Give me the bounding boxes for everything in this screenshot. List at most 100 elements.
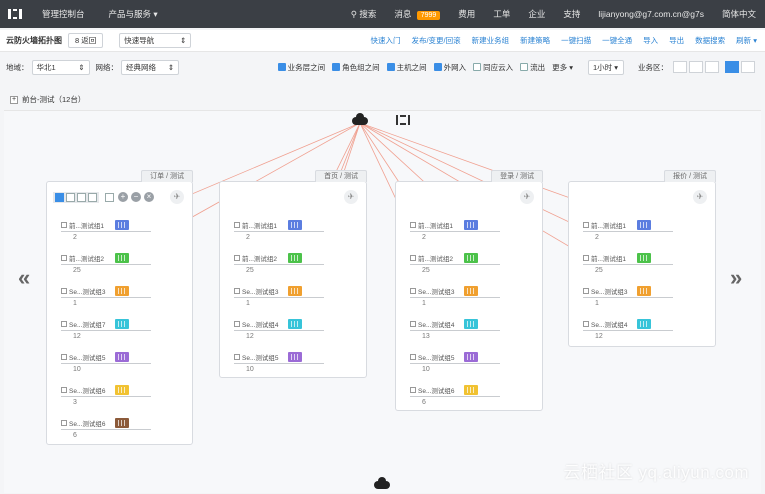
host-group-row[interactable]: 前...测试组1 2 (234, 220, 324, 241)
quick-nav-select[interactable]: 快速导航 ⇕ (119, 33, 192, 48)
host-group-row[interactable]: Se...测试组5 10 (61, 352, 151, 373)
pin-icon[interactable]: ✈ (520, 190, 534, 204)
server-group-icon[interactable] (115, 352, 129, 362)
server-group-icon[interactable] (464, 352, 478, 362)
time-range-select[interactable]: 1小时 ▾ (588, 59, 624, 75)
server-group-icon[interactable] (464, 385, 478, 395)
check-internet-in[interactable]: 外网入 (433, 62, 466, 73)
group-header[interactable]: + 前台-测试（12台） (10, 94, 85, 105)
server-group-icon[interactable] (464, 286, 478, 296)
new-policy-link[interactable]: 新建策略 (520, 35, 550, 46)
billing-link[interactable]: 费用 (449, 8, 484, 20)
topology-canvas[interactable]: « » 订单 / 测试 + − × ✈ 前...测试组1 2 前...测试组2 25 S… (4, 110, 761, 493)
host-group-row[interactable]: Se...测试组5 10 (234, 352, 324, 373)
expand-square-icon[interactable] (234, 354, 240, 360)
host-group-row[interactable]: 前...测试组2 25 (234, 253, 324, 274)
server-group-icon[interactable] (288, 220, 302, 230)
host-group-row[interactable]: 前...测试组1 2 (583, 220, 673, 241)
delete-icon[interactable]: × (144, 192, 154, 202)
layout-minus-icon[interactable] (77, 192, 86, 202)
host-group-row[interactable]: Se...测试组3 1 (234, 286, 324, 307)
expand-square-icon[interactable] (61, 420, 67, 426)
host-group-row[interactable]: 前...测试组1 2 (61, 220, 151, 241)
region-select[interactable]: 华北1 ⇕ (31, 59, 90, 75)
server-group-icon[interactable] (464, 220, 478, 230)
language-switch[interactable]: 简体中文 (713, 8, 765, 20)
host-group-row[interactable]: Se...测试组7 12 (61, 319, 151, 340)
view-card-icon[interactable] (689, 61, 703, 73)
pin-icon[interactable]: ✈ (170, 190, 184, 204)
search-link[interactable]: ⚲ 搜索 (342, 8, 386, 20)
aliyun-logo-icon[interactable] (0, 0, 30, 28)
new-business-group-link[interactable]: 新建业务组 (472, 35, 510, 46)
host-group-row[interactable]: 前...测试组2 25 (410, 253, 500, 274)
check-same-cloud-in[interactable]: 同应云入 (473, 62, 513, 73)
expand-square-icon[interactable] (234, 288, 240, 294)
server-group-icon[interactable] (115, 253, 129, 263)
server-group-icon[interactable] (115, 418, 129, 428)
server-group-icon[interactable] (288, 253, 302, 263)
server-group-icon[interactable] (115, 319, 129, 329)
host-group-row[interactable]: Se...测试组5 10 (410, 352, 500, 373)
expand-plus-icon[interactable]: + (10, 95, 18, 104)
products-menu[interactable]: 产品与服务 ▾ (97, 8, 170, 20)
expand-square-icon[interactable] (61, 288, 67, 294)
refresh-menu[interactable]: 刷新 ▾ (736, 35, 757, 46)
host-group-row[interactable]: Se...测试组4 12 (234, 319, 324, 340)
messages-link[interactable]: 消息 7999 (385, 8, 449, 20)
expand-square-icon[interactable] (410, 354, 416, 360)
enterprise-link[interactable]: 企业 (519, 8, 554, 20)
expand-square-icon[interactable] (61, 222, 67, 228)
expand-square-icon[interactable] (410, 255, 416, 261)
server-group-icon[interactable] (115, 286, 129, 296)
one-click-scan-link[interactable]: 一键扫描 (561, 35, 591, 46)
expand-square-icon[interactable] (61, 354, 67, 360)
expand-square-icon[interactable] (61, 255, 67, 261)
one-click-allow-link[interactable]: 一键全通 (602, 35, 632, 46)
add-circle-icon[interactable]: + (118, 192, 128, 202)
expand-square-icon[interactable] (61, 321, 67, 327)
expand-square-icon[interactable] (583, 288, 589, 294)
server-group-icon[interactable] (288, 352, 302, 362)
business-card-quote[interactable]: 报价 / 测试 ✈ 前...测试组1 2 前...测试组1 25 Se...测试组3 1 S… (568, 170, 716, 347)
business-card-login[interactable]: 登录 / 测试 ✈ 前...测试组1 2 前...测试组2 25 Se...测试组3 1 S… (395, 170, 543, 411)
server-group-icon[interactable] (637, 220, 651, 230)
server-group-icon[interactable] (464, 253, 478, 263)
host-group-row[interactable]: Se...测试组6 6 (410, 385, 500, 406)
expand-square-icon[interactable] (583, 255, 589, 261)
more-filters-menu[interactable]: 更多 ▾ (552, 62, 573, 73)
layout-expand-icon[interactable] (88, 192, 97, 202)
server-group-icon[interactable] (288, 319, 302, 329)
console-home-link[interactable]: 管理控制台 (30, 8, 97, 20)
pin-icon[interactable]: ✈ (344, 190, 358, 204)
host-group-row[interactable]: Se...测试组3 1 (583, 286, 673, 307)
check-role-group[interactable]: 角色组之间 (332, 62, 380, 73)
expand-square-icon[interactable] (234, 321, 240, 327)
publish-link[interactable]: 发布/变更/回滚 (411, 35, 460, 46)
quickstart-link[interactable]: 快速入门 (370, 35, 400, 46)
expand-square-icon[interactable] (410, 321, 416, 327)
server-group-icon[interactable] (288, 286, 302, 296)
server-group-icon[interactable] (637, 286, 651, 296)
expand-square-icon[interactable] (234, 255, 240, 261)
user-account-menu[interactable]: lijianyong@g7.com.cn@g7s (589, 9, 713, 19)
export-link[interactable]: 导出 (669, 35, 684, 46)
layout-list-icon[interactable] (66, 192, 75, 202)
import-link[interactable]: 导入 (643, 35, 658, 46)
prev-page-arrow-icon[interactable]: « (18, 265, 30, 291)
view-compact-icon[interactable] (741, 61, 755, 73)
fullscreen-icon[interactable] (396, 115, 410, 125)
business-card-home[interactable]: 首页 / 测试 ✈ 前...测试组1 2 前...测试组2 25 Se...测试组3 1 S… (219, 170, 367, 378)
server-group-icon[interactable] (115, 385, 129, 395)
internet-cloud-icon-bottom[interactable] (374, 477, 390, 489)
host-group-row[interactable]: 前...测试组1 2 (410, 220, 500, 241)
support-link[interactable]: 支持 (554, 8, 589, 20)
expand-square-icon[interactable] (583, 321, 589, 327)
next-page-arrow-icon[interactable]: » (730, 265, 742, 291)
host-group-row[interactable]: Se...测试组6 6 (61, 418, 151, 439)
business-card-order[interactable]: 订单 / 测试 + − × ✈ 前...测试组1 2 前...测试组2 25 Se...… (46, 170, 193, 445)
expand-square-icon[interactable] (410, 222, 416, 228)
network-select[interactable]: 经典网络 ⇕ (121, 59, 179, 75)
expand-square-icon[interactable] (410, 288, 416, 294)
expand-square-icon[interactable] (583, 222, 589, 228)
